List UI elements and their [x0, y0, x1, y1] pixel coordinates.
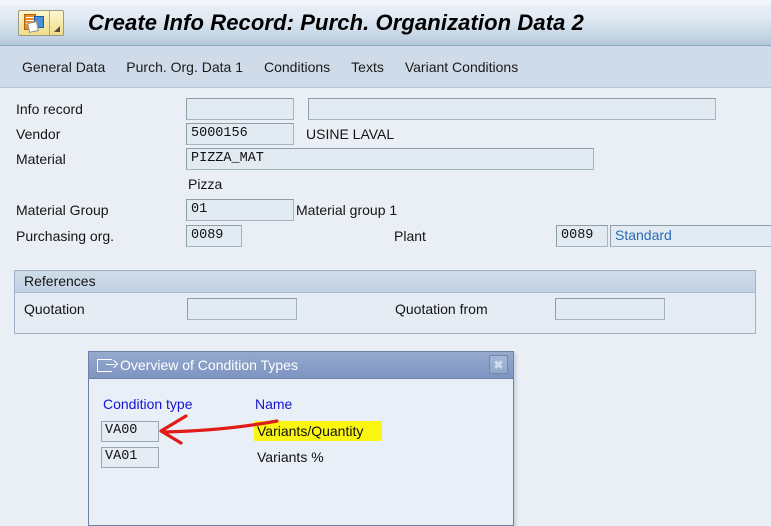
plant-label: Plant	[394, 228, 426, 244]
purchasing-org-input[interactable]: 0089	[186, 225, 242, 247]
close-icon[interactable]: ✖	[489, 355, 508, 374]
titlebar-top-highlight	[0, 0, 771, 5]
dialog-titlebar: Overview of Condition Types ✖	[89, 352, 513, 379]
tab-variant-conditions[interactable]: Variant Conditions	[405, 59, 518, 75]
quotation-from-label: Quotation from	[395, 301, 488, 317]
purchasing-org-label: Purchasing org.	[16, 228, 114, 244]
table-row[interactable]: VA01	[101, 447, 159, 468]
table-row-name: Variants %	[257, 448, 324, 466]
column-header-condition-type: Condition type	[103, 396, 193, 412]
references-group: References Quotation Quotation from	[14, 270, 756, 334]
plant-input[interactable]: 0089	[556, 225, 608, 247]
overview-of-condition-types-dialog: Overview of Condition Types ✖ Condition …	[88, 351, 514, 526]
material-group-label: Material Group	[16, 202, 109, 218]
references-group-title: References	[15, 271, 755, 293]
vendor-description: USINE LAVAL	[306, 126, 394, 142]
export-box-icon	[97, 359, 112, 372]
window-titlebar: Create Info Record: Purch. Organization …	[0, 0, 771, 46]
material-description: Pizza	[188, 176, 222, 192]
vendor-input[interactable]: 5000156	[186, 123, 294, 145]
info-record-icon-overlay	[27, 21, 39, 33]
info-record-description-input[interactable]	[308, 98, 716, 120]
plant-description-input[interactable]: Standard	[610, 225, 771, 247]
info-record-icon	[19, 11, 49, 35]
column-header-name: Name	[255, 396, 292, 412]
table-row[interactable]: VA00	[101, 421, 159, 442]
vendor-label: Vendor	[16, 126, 60, 142]
material-group-description: Material group 1	[296, 202, 397, 218]
table-row-name: Variants/Quantity	[257, 422, 363, 440]
app-icon-button[interactable]	[18, 10, 64, 36]
tab-conditions[interactable]: Conditions	[264, 59, 330, 75]
dialog-title-text: Overview of Condition Types	[120, 357, 298, 373]
info-record-input[interactable]	[186, 98, 294, 120]
menu-dropdown-arrow-icon[interactable]	[50, 11, 63, 35]
material-label: Material	[16, 151, 66, 167]
page-title: Create Info Record: Purch. Organization …	[88, 10, 584, 36]
tab-general-data[interactable]: General Data	[22, 59, 105, 75]
quotation-input[interactable]	[187, 298, 297, 320]
info-record-label: Info record	[16, 101, 83, 117]
material-group-input[interactable]: 01	[186, 199, 294, 221]
tab-texts[interactable]: Texts	[351, 59, 384, 75]
tab-purch-org-data-1[interactable]: Purch. Org. Data 1	[126, 59, 243, 75]
quotation-label: Quotation	[24, 301, 85, 317]
quotation-from-input[interactable]	[555, 298, 665, 320]
tab-bar: General Data Purch. Org. Data 1 Conditio…	[0, 46, 771, 88]
material-input[interactable]: PIZZA_MAT	[186, 148, 594, 170]
